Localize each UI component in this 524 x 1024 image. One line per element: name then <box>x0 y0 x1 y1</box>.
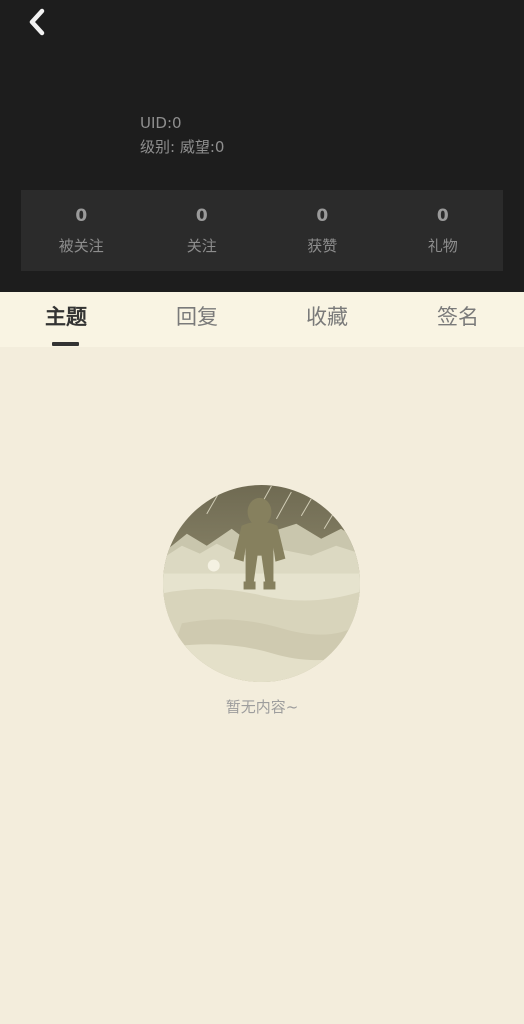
stat-value: 0 <box>436 206 449 226</box>
level-text: 级别: 威望:0 <box>140 138 225 156</box>
stat-likes[interactable]: 0 获赞 <box>262 190 383 271</box>
tab-label: 回复 <box>176 305 218 329</box>
chevron-left-icon <box>29 8 45 36</box>
stat-followers[interactable]: 0 被关注 <box>21 190 142 271</box>
stat-value: 0 <box>316 206 329 226</box>
stat-label: 礼物 <box>427 237 458 255</box>
stat-value: 0 <box>195 206 208 226</box>
profile-header: UID:0 级别: 威望:0 0 被关注 0 关注 0 获赞 0 礼物 <box>0 0 524 292</box>
stats-panel: 0 被关注 0 关注 0 获赞 0 礼物 <box>21 190 503 271</box>
tab-topics[interactable]: 主题 <box>6 292 126 347</box>
tab-label: 收藏 <box>306 305 348 329</box>
active-tab-indicator <box>52 342 79 346</box>
empty-state-text: 暂无内容~ <box>225 698 299 716</box>
tab-replies[interactable]: 回复 <box>137 292 257 347</box>
tab-bar: 主题 回复 收藏 签名 <box>0 292 524 347</box>
astronaut-empty-illustration <box>162 484 361 683</box>
tab-label: 主题 <box>45 305 87 329</box>
stat-value: 0 <box>75 206 88 226</box>
stat-label: 被关注 <box>58 237 104 255</box>
tab-favorites[interactable]: 收藏 <box>267 292 387 347</box>
stat-label: 关注 <box>186 237 217 255</box>
stat-gifts[interactable]: 0 礼物 <box>383 190 504 271</box>
back-button[interactable] <box>22 6 52 38</box>
stat-label: 获赞 <box>307 237 338 255</box>
stat-following[interactable]: 0 关注 <box>142 190 263 271</box>
tab-label: 签名 <box>437 305 479 329</box>
uid-text: UID:0 <box>140 114 182 132</box>
tab-signature[interactable]: 签名 <box>398 292 518 347</box>
